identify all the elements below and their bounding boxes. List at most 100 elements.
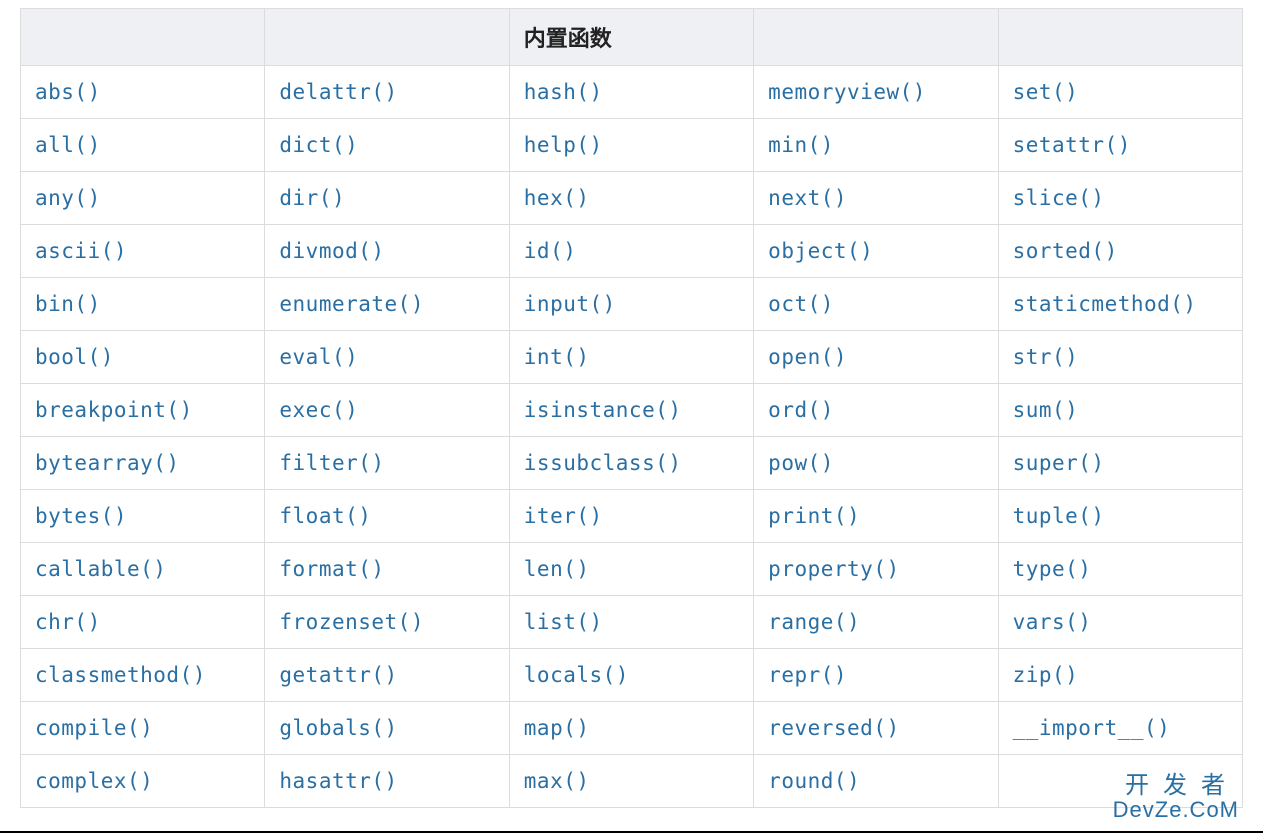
table-cell: print() [754,490,998,543]
function-link[interactable]: range() [768,610,860,634]
table-cell: compile() [21,702,265,755]
function-link[interactable]: dict() [279,133,358,157]
function-link[interactable]: bytearray() [35,451,180,475]
function-link[interactable]: hasattr() [279,769,397,793]
function-link[interactable]: callable() [35,557,166,581]
function-link[interactable]: super() [1013,451,1105,475]
table-cell: all() [21,119,265,172]
function-link[interactable]: bool() [35,345,114,369]
function-link[interactable]: float() [279,504,371,528]
function-link[interactable]: zip() [1013,663,1079,687]
function-link[interactable]: exec() [279,398,358,422]
function-link[interactable]: property() [768,557,899,581]
function-link[interactable]: sum() [1013,398,1079,422]
function-link[interactable]: frozenset() [279,610,424,634]
function-link[interactable]: memoryview() [768,80,926,104]
function-link[interactable]: staticmethod() [1013,292,1197,316]
function-link[interactable]: globals() [279,716,397,740]
function-link[interactable]: ascii() [35,239,127,263]
function-link[interactable]: divmod() [279,239,384,263]
function-link[interactable]: complex() [35,769,153,793]
function-link[interactable]: print() [768,504,860,528]
table-cell: map() [509,702,753,755]
function-link[interactable]: pow() [768,451,834,475]
function-link[interactable]: set() [1013,80,1079,104]
table-row: chr() frozenset() list() range() vars() [21,596,1243,649]
table-row: all() dict() help() min() setattr() [21,119,1243,172]
function-link[interactable]: reversed() [768,716,899,740]
function-link[interactable]: slice() [1013,186,1105,210]
table-cell: reversed() [754,702,998,755]
function-link[interactable]: type() [1013,557,1092,581]
function-link[interactable]: format() [279,557,384,581]
function-link[interactable]: id() [524,239,577,263]
table-cell: help() [509,119,753,172]
table-cell: sorted() [998,225,1242,278]
function-link[interactable]: dir() [279,186,345,210]
function-link[interactable]: all() [35,133,101,157]
table-cell: pow() [754,437,998,490]
function-link[interactable]: repr() [768,663,847,687]
table-cell: issubclass() [509,437,753,490]
table-cell: divmod() [265,225,509,278]
table-cell: dir() [265,172,509,225]
table-row: bytearray() filter() issubclass() pow() supe… [21,437,1243,490]
function-link[interactable]: setattr() [1013,133,1131,157]
table-cell: float() [265,490,509,543]
table-cell: len() [509,543,753,596]
function-link[interactable]: eval() [279,345,358,369]
function-link[interactable]: bytes() [35,504,127,528]
function-link[interactable]: breakpoint() [35,398,193,422]
function-link[interactable]: __import__() [1013,716,1171,740]
function-link[interactable]: len() [524,557,590,581]
function-link[interactable]: bin() [35,292,101,316]
function-link[interactable]: getattr() [279,663,397,687]
function-link[interactable]: max() [524,769,590,793]
function-link[interactable]: round() [768,769,860,793]
function-link[interactable]: hex() [524,186,590,210]
table-cell: bool() [21,331,265,384]
function-link[interactable]: object() [768,239,873,263]
function-link[interactable]: locals() [524,663,629,687]
function-link[interactable]: chr() [35,610,101,634]
function-link[interactable]: classmethod() [35,663,206,687]
function-link[interactable]: input() [524,292,616,316]
table-cell: filter() [265,437,509,490]
function-link[interactable]: help() [524,133,603,157]
function-link[interactable]: map() [524,716,590,740]
table-cell: frozenset() [265,596,509,649]
function-link[interactable]: compile() [35,716,153,740]
table-cell: globals() [265,702,509,755]
function-link[interactable]: filter() [279,451,384,475]
function-link[interactable]: next() [768,186,847,210]
table-cell: breakpoint() [21,384,265,437]
table-row: compile() globals() map() reversed() __impor… [21,702,1243,755]
function-link[interactable]: enumerate() [279,292,424,316]
function-link[interactable]: min() [768,133,834,157]
function-link[interactable]: tuple() [1013,504,1105,528]
function-link[interactable]: list() [524,610,603,634]
table-cell: callable() [21,543,265,596]
table-cell: iter() [509,490,753,543]
table-cell: ascii() [21,225,265,278]
function-link[interactable]: ord() [768,398,834,422]
function-link[interactable]: iter() [524,504,603,528]
table-header-cell: 内置函数 [509,9,753,66]
function-link[interactable]: vars() [1013,610,1092,634]
function-link[interactable]: sorted() [1013,239,1118,263]
function-link[interactable]: any() [35,186,101,210]
function-link[interactable]: str() [1013,345,1079,369]
function-link[interactable]: delattr() [279,80,397,104]
function-link[interactable]: issubclass() [524,451,682,475]
table-row: complex() hasattr() max() round() [21,755,1243,808]
function-link[interactable]: isinstance() [524,398,682,422]
function-link[interactable]: oct() [768,292,834,316]
table-cell: open() [754,331,998,384]
table-row: ascii() divmod() id() object() sorted() [21,225,1243,278]
function-link[interactable]: hash() [524,80,603,104]
function-link[interactable]: int() [524,345,590,369]
function-link[interactable]: open() [768,345,847,369]
function-link[interactable]: abs() [35,80,101,104]
table-cell: zip() [998,649,1242,702]
table-cell: object() [754,225,998,278]
